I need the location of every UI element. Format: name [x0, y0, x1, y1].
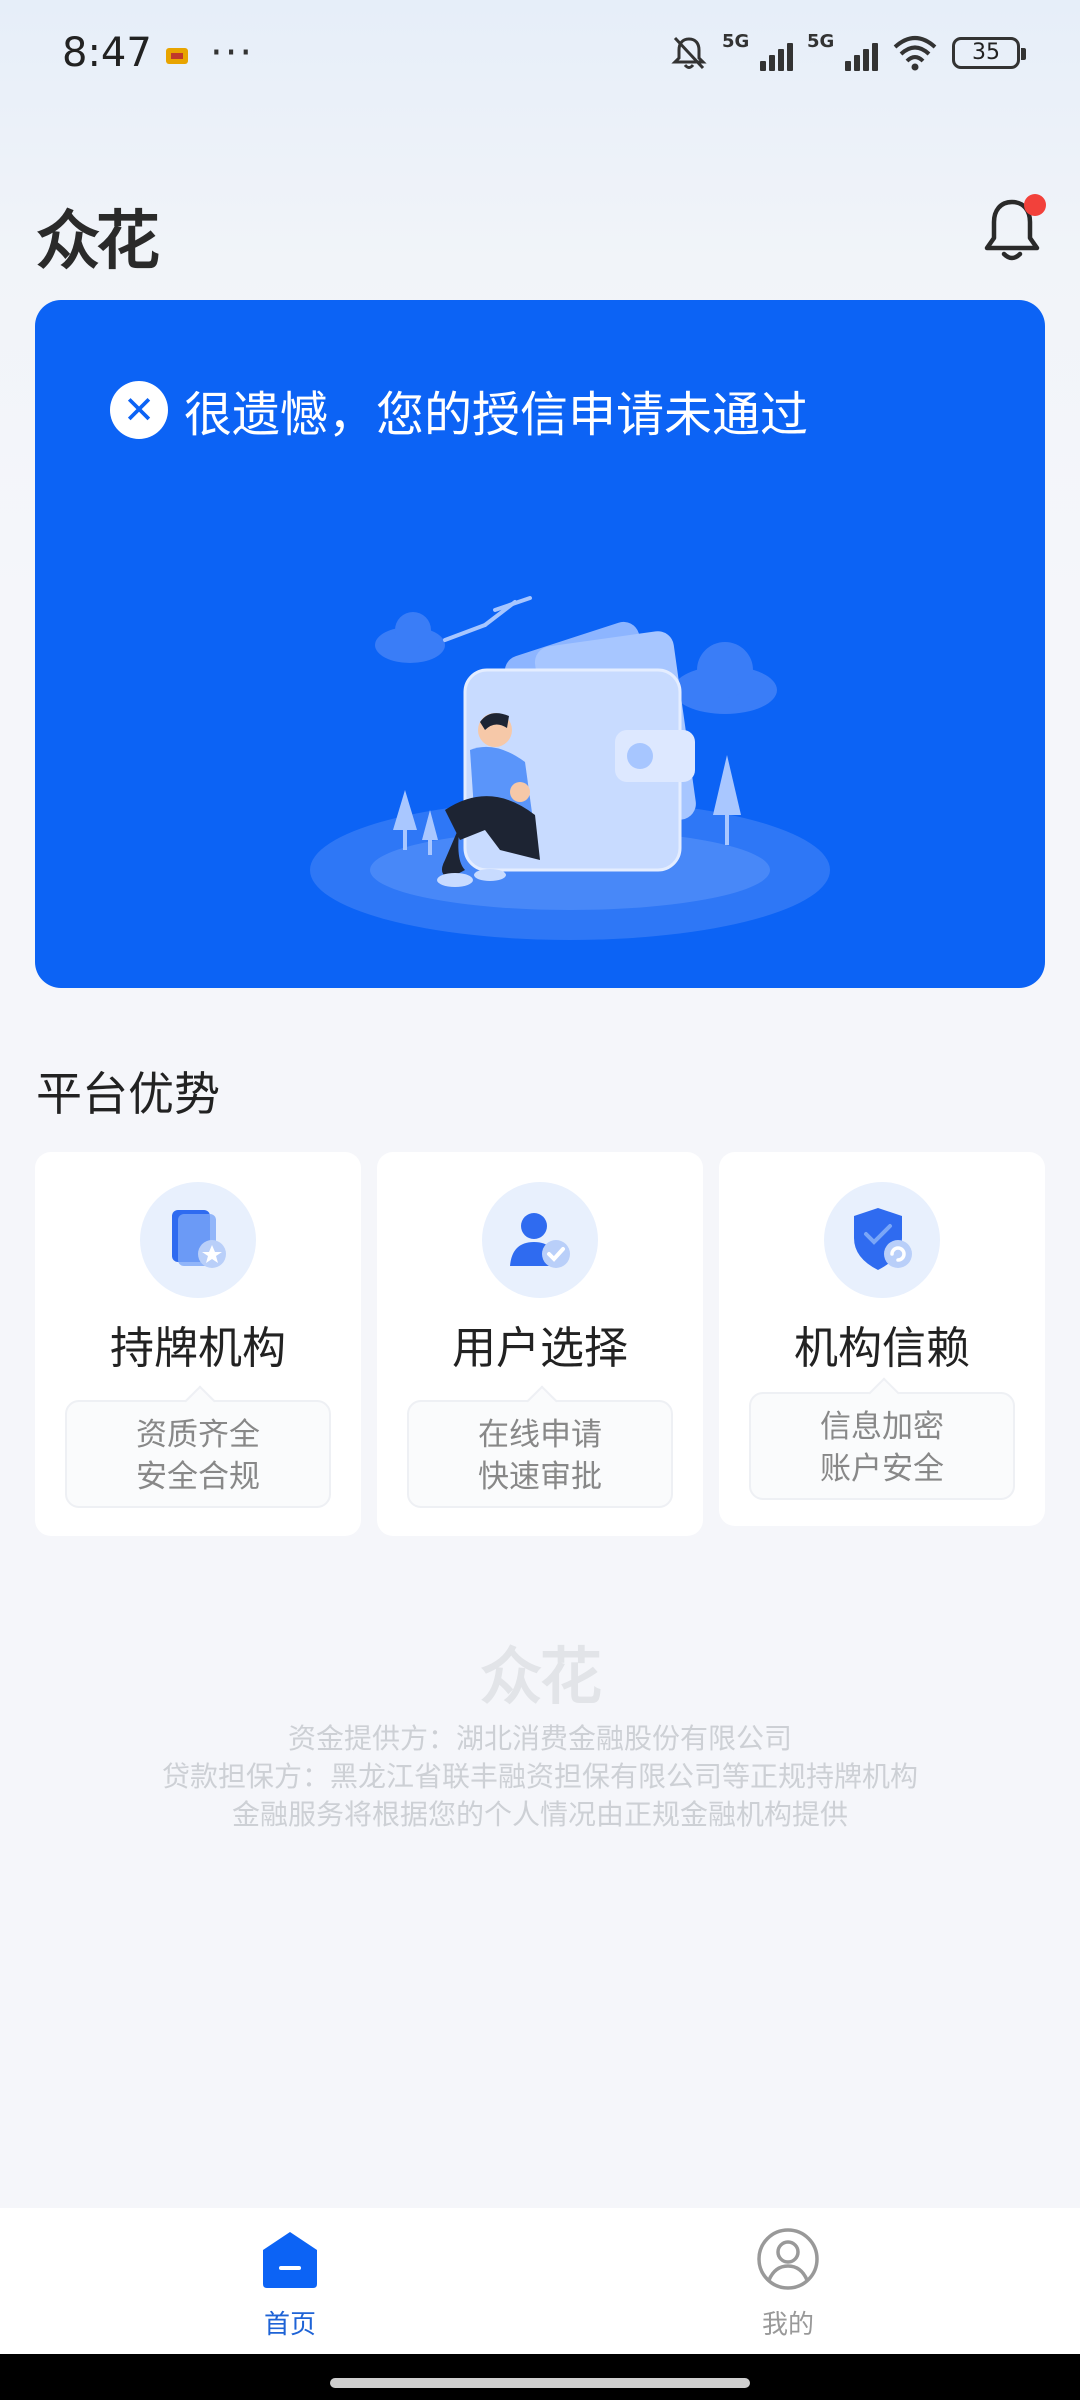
status-bar: 8:47 ··· 5G 5G 35 [0, 0, 1080, 110]
close-circle-icon: ✕ [110, 381, 168, 439]
tab-home[interactable]: 首页 [190, 2226, 390, 2341]
status-time: 8:47 [62, 30, 152, 76]
system-navigation-bar [0, 2354, 1080, 2400]
tab-mine-label: 我的 [761, 2310, 814, 2340]
battery-icon: 35 [952, 37, 1026, 69]
mute-icon [671, 36, 707, 70]
credit-status: ✕ 很遗憾，您的授信申请未通过 [110, 375, 808, 445]
footer-notice: 金融服务将根据您的个人情况由正规金融机构提供 [231, 1798, 848, 1831]
signal-1-icon: 5G [722, 31, 793, 71]
status-icons: 5G 5G 35 [670, 31, 1026, 72]
advantage-desc: 资质齐全 安全合规 [65, 1400, 331, 1508]
tab-mine[interactable]: 我的 [688, 2226, 888, 2341]
advantage-title: 用户选择 [452, 1323, 628, 1374]
signal-2-icon: 5G [807, 31, 878, 71]
network-type-1: 5G [722, 31, 750, 52]
footer-funder: 资金提供方：湖北消费金融股份有限公司 [287, 1722, 792, 1755]
shield-lock-icon [824, 1182, 940, 1298]
bottom-tab-bar: 首页 我的 [0, 2208, 1080, 2354]
advantage-title: 持牌机构 [110, 1323, 286, 1374]
tab-home-label: 首页 [263, 2310, 316, 2340]
rejection-illustration [310, 596, 830, 940]
advantages-list: 持牌机构 资质齐全 安全合规 用户选择 在线申请 快速审批 机构信赖 信息加密 … [35, 1152, 1045, 1536]
network-type-2: 5G [807, 31, 835, 52]
notification-app-icon [166, 48, 188, 64]
advantage-desc-line1: 资质齐全 [136, 1417, 260, 1453]
advantage-title: 机构信赖 [794, 1323, 970, 1374]
user-circle-icon [757, 2228, 819, 2290]
more-notifications-icon: ··· [210, 30, 255, 76]
advantage-card-licensed: 持牌机构 资质齐全 安全合规 [35, 1152, 361, 1536]
app-logo: 众花 [36, 204, 160, 279]
advantage-desc-line2: 快速审批 [478, 1459, 602, 1495]
shield-star-icon [140, 1182, 256, 1298]
footer-disclaimer: 资金提供方：湖北消费金融股份有限公司 贷款担保方：黑龙江省联丰融资担保有限公司等… [0, 1720, 1080, 1834]
advantage-desc-line1: 在线申请 [478, 1417, 602, 1453]
home-gesture-handle[interactable] [330, 2378, 750, 2388]
advantage-desc: 信息加密 账户安全 [749, 1392, 1015, 1500]
footer-logo: 众花 [479, 1640, 602, 1713]
credit-status-message: 很遗憾，您的授信申请未通过 [184, 387, 809, 443]
advantage-desc: 在线申请 快速审批 [407, 1400, 673, 1508]
footer-guarantor: 贷款担保方：黑龙江省联丰融资担保有限公司等正规持牌机构 [161, 1760, 918, 1793]
user-check-icon [482, 1182, 598, 1298]
unread-badge [1024, 194, 1046, 216]
section-title: 平台优势 [36, 1067, 220, 1121]
credit-status-banner: ✕ 很遗憾，您的授信申请未通过 [35, 300, 1045, 988]
advantage-desc-line1: 信息加密 [820, 1409, 944, 1445]
advantage-desc-line2: 安全合规 [136, 1459, 260, 1495]
wifi-icon [893, 36, 937, 71]
advantage-card-trust: 机构信赖 信息加密 账户安全 [719, 1152, 1045, 1526]
advantage-card-user-choice: 用户选择 在线申请 快速审批 [377, 1152, 703, 1536]
advantage-desc-line2: 账户安全 [820, 1451, 944, 1487]
home-icon [263, 2232, 317, 2288]
